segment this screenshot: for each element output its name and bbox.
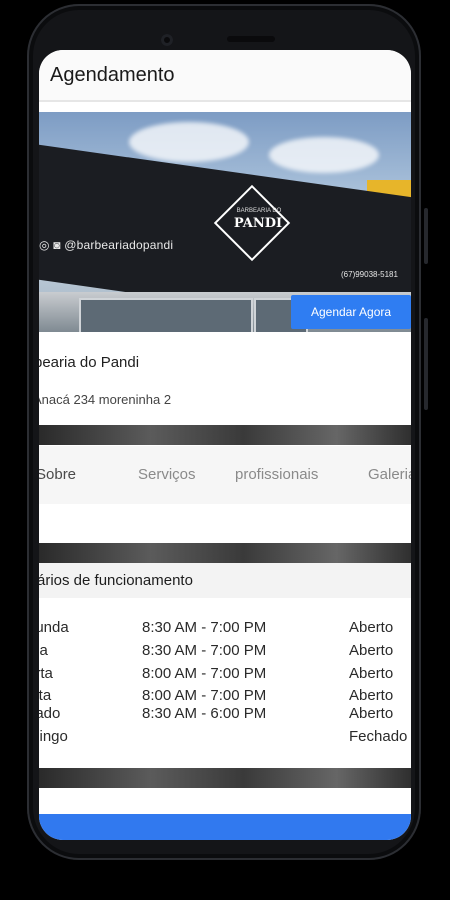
hours-day: bado: [39, 705, 61, 722]
shop-window: [79, 298, 253, 332]
hours-day: arta: [39, 665, 53, 682]
background-strip: [39, 768, 411, 788]
hours-row: mingo Fechado: [39, 728, 411, 748]
handle-text: @barbeariadopandi: [64, 238, 174, 252]
hours-status: Aberto: [349, 705, 394, 722]
earpiece-speaker: [227, 36, 275, 42]
hours-time: 8:30 AM - 7:00 PM: [142, 619, 267, 636]
shop-name: rbearia do Pandi: [39, 354, 140, 371]
shop-address: Anacá 234 moreninha 2: [39, 392, 172, 407]
hours-row: arta 8:00 AM - 7:00 PM Aberto: [39, 665, 411, 685]
tab-sobre[interactable]: Sobre: [39, 466, 76, 483]
hours-status: Aberto: [349, 665, 394, 682]
hours-status: Aberto: [349, 619, 394, 636]
power-button: [424, 208, 428, 264]
app-screen: Agendamento BARBEARIA DO PANDI ◎ ◙ @barb…: [39, 50, 411, 840]
hours-time: 8:00 AM - 7:00 PM: [142, 665, 267, 682]
background-strip: [39, 425, 411, 445]
hours-day: rça: [39, 642, 48, 659]
hours-day: gunda: [39, 619, 69, 636]
hours-row: gunda 8:30 AM - 7:00 PM Aberto: [39, 619, 411, 639]
hours-row: rça 8:30 AM - 7:00 PM Aberto: [39, 642, 411, 662]
cloud: [269, 137, 379, 173]
hours-row: bado 8:30 AM - 6:00 PM Aberto: [39, 705, 411, 725]
tab-servicos[interactable]: Serviços: [138, 466, 196, 483]
background-strip: [39, 543, 411, 563]
hours-row: inta 8:00 AM - 7:00 PM Aberto: [39, 687, 411, 707]
instagram-icon: ◙: [53, 238, 61, 252]
hours-title: rários de funcionamento: [39, 572, 193, 589]
agendar-agora-button[interactable]: Agendar Agora: [291, 295, 411, 329]
hours-status: Aberto: [349, 642, 394, 659]
sign-phone-number: (67)99038-5181: [341, 270, 398, 279]
tab-bar: Sobre Serviços profissionais Galeria: [39, 446, 411, 504]
bottom-spacer: [39, 788, 411, 816]
hours-time: 8:30 AM - 6:00 PM: [142, 705, 267, 722]
hours-status: Fechado: [349, 728, 408, 745]
logo-top-text: BARBEARIA DO: [236, 208, 282, 214]
front-camera: [161, 34, 173, 46]
hours-time: 8:30 AM - 7:00 PM: [142, 642, 267, 659]
bottom-action-bar[interactable]: [39, 814, 411, 840]
hours-header: rários de funcionamento: [39, 563, 411, 598]
volume-button: [424, 318, 428, 410]
tab-galeria[interactable]: Galeria: [368, 466, 411, 483]
hours-time: 8:00 AM - 7:00 PM: [142, 687, 267, 704]
whatsapp-icon: ◎: [39, 238, 50, 252]
tab-profissionais[interactable]: profissionais: [235, 466, 318, 483]
shop-info-card: [39, 332, 411, 424]
logo-text: PANDI: [233, 216, 283, 231]
tab-content: [39, 504, 411, 544]
hours-status: Aberto: [349, 687, 394, 704]
hours-day: mingo: [39, 728, 68, 745]
app-bar: Agendamento: [39, 50, 411, 102]
cloud: [129, 122, 249, 162]
page-title: Agendamento: [50, 64, 175, 86]
hours-card: rários de funcionamento gunda 8:30 AM - …: [39, 563, 411, 768]
instagram-handle: ◎ ◙ @barbeariadopandi: [39, 238, 173, 252]
hours-day: inta: [39, 687, 52, 704]
